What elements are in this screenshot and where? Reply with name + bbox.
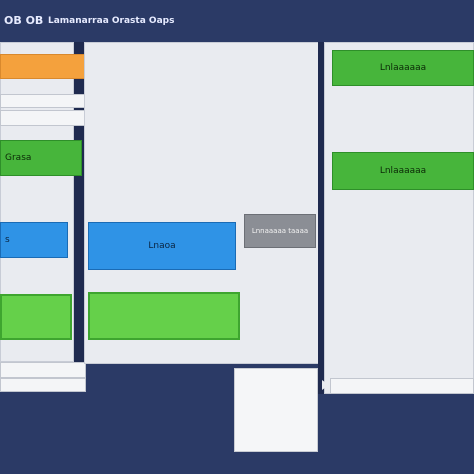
left-blue-label: s	[5, 235, 10, 245]
center-green-button[interactable]	[88, 292, 240, 340]
app-title-long: Lamanarraa Orasta Oaps	[48, 16, 175, 26]
right-green-label-top: Lnlaaaaaa	[379, 63, 427, 73]
white-card[interactable]	[234, 368, 318, 452]
left-green-button[interactable]: Grasa	[0, 140, 82, 176]
lower-field-2[interactable]	[0, 378, 86, 392]
lower-arrow-icon	[322, 380, 329, 390]
right-lower-field[interactable]	[330, 378, 474, 394]
app-title-short: OB OB	[4, 14, 44, 27]
right-green-label-mid: Lnlaaaaaa	[379, 166, 427, 176]
text-field-1[interactable]	[0, 94, 86, 108]
lower-field-1[interactable]	[0, 362, 86, 378]
right-green-button-top[interactable]: Lnlaaaaaa	[332, 50, 474, 86]
left-blue-button[interactable]: s	[0, 222, 68, 258]
left-green-item[interactable]	[0, 294, 72, 340]
center-blue-label: Lnaoa	[148, 241, 176, 251]
right-green-button-mid[interactable]: Lnlaaaaaa	[332, 152, 474, 190]
gray-button[interactable]: Lnnaaaaa taaaa	[244, 214, 316, 248]
right-panel	[324, 42, 474, 394]
left-divider	[74, 42, 84, 362]
left-green-label: Grasa	[5, 153, 32, 163]
text-field-2[interactable]	[0, 110, 86, 126]
gray-button-label: Lnnaaaaa taaaa	[251, 227, 309, 235]
center-blue-button[interactable]: Lnaoa	[88, 222, 236, 270]
